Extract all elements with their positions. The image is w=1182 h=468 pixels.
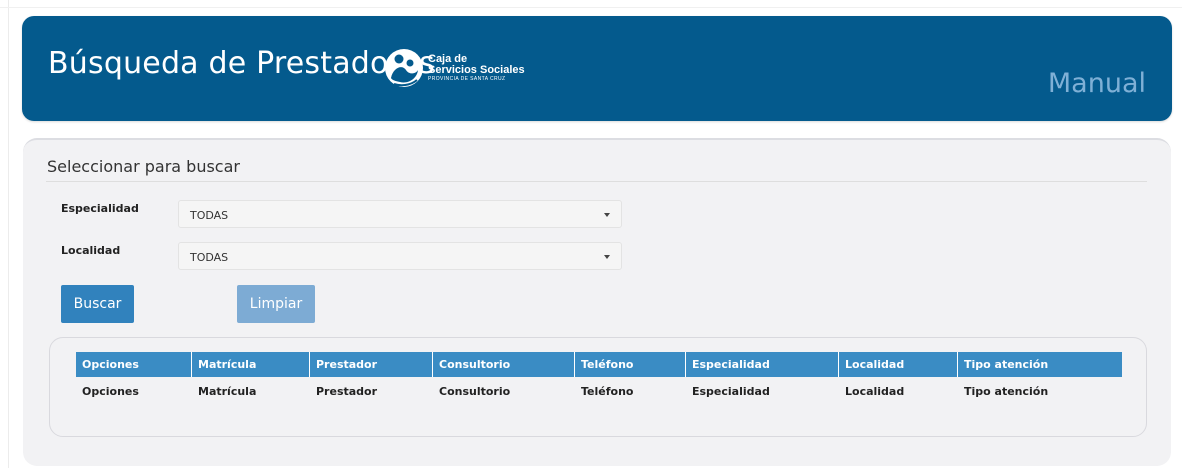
table-footer-row: Opciones Matrícula Prestador Consultorio… [76, 377, 1122, 402]
page-header: Búsqueda de Prestadores Caja de Servicio… [22, 16, 1172, 121]
logo-line-2: Servicios Sociales [428, 64, 525, 76]
chevron-down-icon [604, 255, 610, 259]
table-header-row: Opciones Matrícula Prestador Consultorio… [76, 352, 1122, 377]
localidad-label: Localidad [61, 244, 121, 257]
buscar-button[interactable]: Buscar [61, 285, 134, 323]
especialidad-label: Especialidad [61, 202, 139, 215]
footer-cell: Prestador [316, 385, 378, 398]
footer-cell: Tipo atención [964, 385, 1049, 398]
localidad-value: TODAS [190, 251, 229, 264]
left-divider [8, 0, 9, 468]
family-logo-icon [385, 49, 423, 87]
search-panel: Seleccionar para buscar Especialidad TOD… [23, 138, 1171, 466]
column-header[interactable]: Tipo atención [958, 352, 1122, 377]
column-header[interactable]: Especialidad [686, 352, 839, 377]
mode-label: Manual [1047, 68, 1146, 99]
column-header[interactable]: Consultorio [433, 352, 575, 377]
results-table: Opciones Matrícula Prestador Consultorio… [76, 352, 1122, 402]
footer-cell: Localidad [845, 385, 905, 398]
logo-text: Caja de Servicios Sociales PROVINCIA DE … [428, 54, 525, 82]
chevron-down-icon [604, 213, 610, 217]
caja-servicios-sociales-logo: Caja de Servicios Sociales PROVINCIA DE … [384, 46, 534, 90]
especialidad-select[interactable]: TODAS [178, 200, 622, 228]
results-panel: Opciones Matrícula Prestador Consultorio… [49, 337, 1147, 437]
especialidad-value: TODAS [190, 209, 229, 222]
footer-cell: Opciones [82, 385, 139, 398]
top-divider [0, 7, 1182, 8]
section-divider [46, 181, 1147, 182]
page-title: Búsqueda de Prestadores [48, 46, 435, 81]
limpiar-button[interactable]: Limpiar [237, 285, 315, 323]
column-header[interactable]: Teléfono [575, 352, 686, 377]
column-header[interactable]: Opciones [76, 352, 192, 377]
footer-cell: Consultorio [439, 385, 511, 398]
footer-cell: Matrícula [198, 385, 257, 398]
logo-line-3: PROVINCIA DE SANTA CRUZ [428, 76, 506, 82]
footer-cell: Especialidad [692, 385, 770, 398]
footer-cell: Teléfono [581, 385, 634, 398]
column-header[interactable]: Prestador [310, 352, 433, 377]
section-title: Seleccionar para buscar [47, 157, 240, 176]
localidad-select[interactable]: TODAS [178, 242, 622, 270]
page: Búsqueda de Prestadores Caja de Servicio… [0, 0, 1182, 468]
column-header[interactable]: Matrícula [192, 352, 310, 377]
column-header[interactable]: Localidad [839, 352, 958, 377]
